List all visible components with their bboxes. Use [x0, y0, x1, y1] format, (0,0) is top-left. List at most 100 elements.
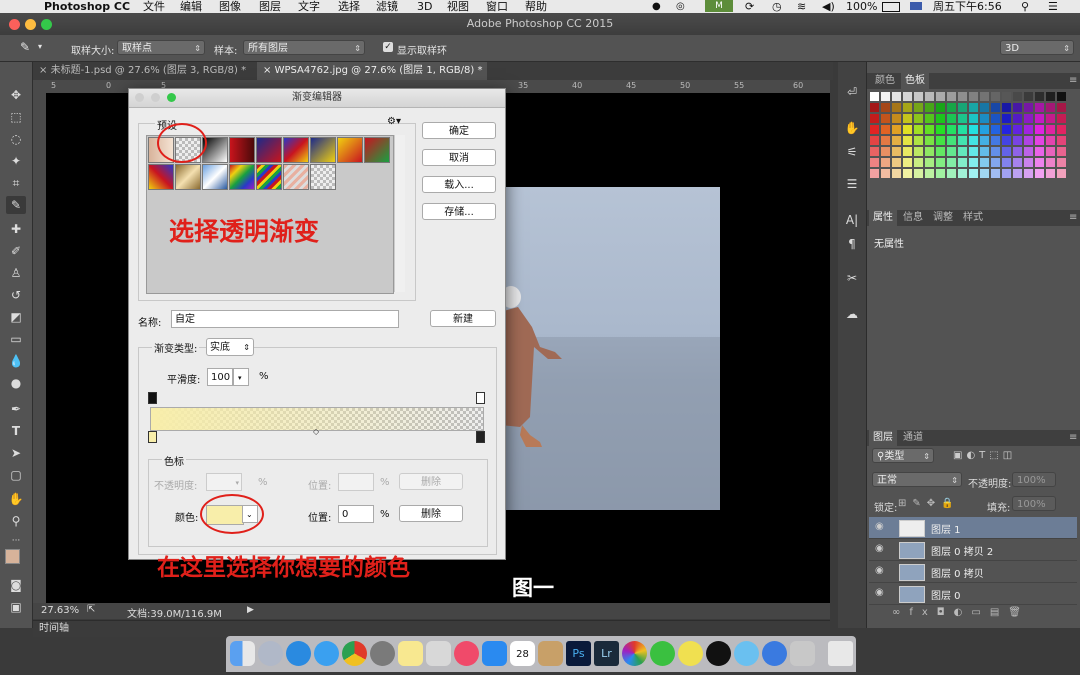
color-swatch[interactable] [914, 147, 923, 156]
crop-tool-icon[interactable]: ⌗ [6, 174, 26, 192]
color-swatch[interactable] [936, 125, 945, 134]
preset-swatch[interactable] [229, 137, 255, 163]
tab-info[interactable]: 信息 [899, 210, 927, 226]
color-swatch[interactable] [881, 103, 890, 112]
blend-mode-select[interactable]: 正常 ⇕ [872, 472, 962, 487]
preset-swatch[interactable] [283, 137, 309, 163]
lock-icons[interactable]: ⊞✎✥🔒 [898, 498, 960, 509]
dialog-zoom-button[interactable] [167, 93, 176, 102]
color-swatch[interactable] [903, 136, 912, 145]
presets-scrollbar[interactable] [394, 135, 405, 292]
preset-swatch[interactable] [256, 164, 282, 190]
eye-icon[interactable]: ◉ [875, 543, 884, 554]
color-swatch[interactable] [870, 103, 879, 112]
app-icon[interactable] [678, 641, 703, 666]
path-select-icon[interactable]: ➤ [6, 444, 26, 462]
finder-icon[interactable] [230, 641, 255, 666]
dialog-close-button[interactable] [135, 93, 144, 102]
color-swatch[interactable] [1024, 125, 1033, 134]
screen-mode-icon[interactable]: ▣ [6, 598, 26, 616]
history-brush-icon[interactable]: ↺ [6, 286, 26, 304]
color-swatch[interactable] [991, 92, 1000, 101]
align-icon[interactable]: ☰ [844, 176, 860, 192]
panel-menu-icon[interactable]: ≡ [1065, 210, 1080, 226]
app-menu-name[interactable]: Photoshop CC [44, 0, 130, 13]
color-swatch[interactable] [1046, 169, 1055, 178]
color-swatch[interactable] [1035, 92, 1044, 101]
wechat-icon[interactable] [650, 641, 675, 666]
menu-type[interactable]: 文字 [298, 0, 320, 13]
color-swatch[interactable] [947, 103, 956, 112]
color-swatch[interactable] [1046, 125, 1055, 134]
color-swatch[interactable] [870, 158, 879, 167]
eyedropper-tool-icon[interactable]: ✎ [6, 196, 26, 214]
layer-row[interactable]: ◉ 图层 1 [869, 517, 1077, 539]
color-swatch[interactable] [947, 169, 956, 178]
tab-layers[interactable]: 图层 [869, 430, 897, 446]
preset-swatch[interactable] [310, 164, 336, 190]
eye-icon[interactable]: ◉ [875, 521, 884, 532]
clone-source-icon[interactable]: ⚟ [844, 144, 860, 160]
menu-view[interactable]: 视图 [447, 0, 469, 13]
dodge-tool-icon[interactable]: ● [6, 374, 26, 392]
paragraph-icon[interactable]: ¶ [844, 236, 860, 252]
color-swatch[interactable] [1057, 103, 1066, 112]
zoom-level[interactable]: 27.63% [41, 605, 79, 616]
opacity-stop-right[interactable] [476, 392, 485, 404]
color-swatch[interactable] [1013, 158, 1022, 167]
tab-adjustments[interactable]: 调整 [929, 210, 957, 226]
color-swatch[interactable] [947, 114, 956, 123]
menu-edit[interactable]: 编辑 [180, 0, 202, 13]
eye-icon[interactable]: ◉ [875, 565, 884, 576]
battery-text[interactable]: 100% [846, 0, 877, 13]
color-swatch[interactable] [870, 114, 879, 123]
gradient-type-select[interactable]: 实底 ⇕ [206, 338, 254, 356]
color-swatch[interactable] [1057, 158, 1066, 167]
color-swatch[interactable] [914, 92, 923, 101]
brush-presets-icon[interactable]: ✋ [844, 120, 860, 136]
shape-tool-icon[interactable]: ▢ [6, 466, 26, 484]
color-swatch[interactable] [892, 136, 901, 145]
fill-field[interactable]: 100% [1012, 496, 1056, 511]
blur-tool-icon[interactable]: 💧 [6, 352, 26, 370]
preset-swatch[interactable] [364, 137, 390, 163]
color-swatch[interactable] [914, 103, 923, 112]
color-swatch[interactable] [892, 103, 901, 112]
color-swatch[interactable] [1057, 92, 1066, 101]
color-swatch[interactable] [991, 136, 1000, 145]
color-swatch[interactable] [892, 114, 901, 123]
color-swatch[interactable] [1035, 169, 1044, 178]
notes-icon[interactable] [398, 641, 423, 666]
color-swatch[interactable] [914, 169, 923, 178]
color-swatch[interactable] [991, 114, 1000, 123]
color-swatch[interactable] [1002, 136, 1011, 145]
save-button[interactable]: 存储... [422, 203, 496, 220]
color-stop-right[interactable] [476, 431, 485, 443]
tab-channels[interactable]: 通道 [899, 430, 927, 446]
color-swatch[interactable] [1046, 136, 1055, 145]
photos-icon[interactable] [622, 641, 647, 666]
color-swatch[interactable] [969, 147, 978, 156]
panel-menu-icon[interactable]: ≡ [1065, 430, 1080, 446]
notification-icon[interactable]: ☰ [1048, 0, 1058, 13]
tab-document-1[interactable]: × 未标题-1.psd @ 27.6% (图层 3, RGB/8) * [33, 62, 255, 80]
midpoint-diamond-icon[interactable]: ◇ [313, 427, 319, 436]
launchpad-icon[interactable] [258, 641, 283, 666]
color-swatch[interactable] [903, 92, 912, 101]
layer-filter-icons[interactable]: ▣◐T⬚◫ [953, 450, 1016, 461]
color-swatch[interactable] [881, 125, 890, 134]
export-icon[interactable]: ⇱ [87, 604, 95, 615]
color-swatch[interactable] [1002, 147, 1011, 156]
layer-row[interactable]: ◉ 图层 0 [869, 583, 1077, 605]
layer-row[interactable]: ◉ 图层 0 拷贝 2 [869, 539, 1077, 561]
color-swatch[interactable] [1024, 103, 1033, 112]
color-swatch[interactable] [969, 92, 978, 101]
color-swatch[interactable] [958, 147, 967, 156]
qq-dock-icon[interactable] [706, 641, 731, 666]
zoom-tool-icon[interactable]: ⚲ [6, 512, 26, 530]
color-stop-left[interactable] [148, 431, 157, 443]
quick-select-tool-icon[interactable]: ✦ [6, 152, 26, 170]
foreground-color-swatch[interactable] [5, 549, 20, 564]
color-swatch[interactable] [980, 169, 989, 178]
volume-icon[interactable]: ◀) [822, 0, 835, 13]
